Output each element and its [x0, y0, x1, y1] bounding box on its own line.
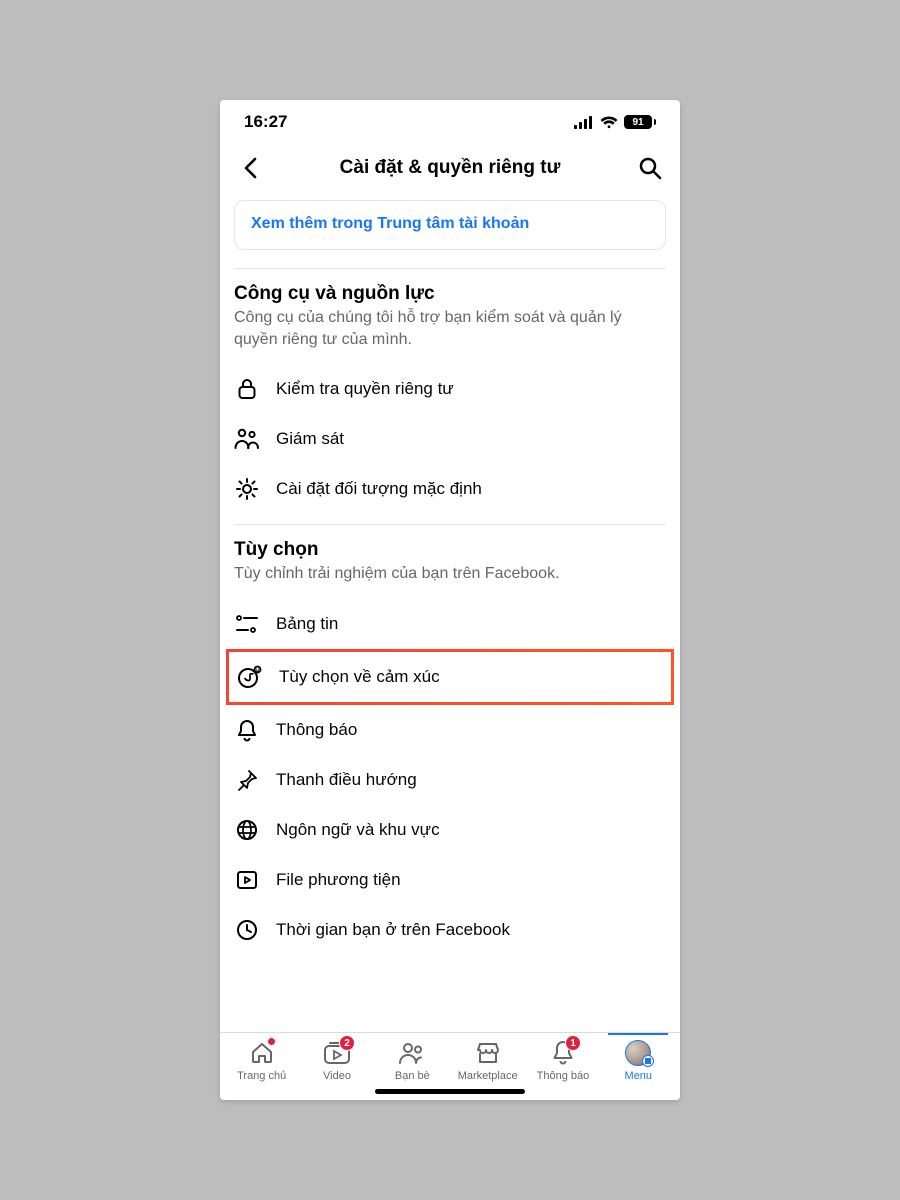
supervision-icon [234, 426, 260, 452]
tab-home[interactable]: Trang chủ [224, 1039, 299, 1082]
chevron-left-icon [243, 157, 257, 179]
cellular-icon [574, 116, 594, 129]
home-indicator [375, 1089, 525, 1094]
avatar [625, 1040, 651, 1066]
tab-video[interactable]: 2 Video [299, 1039, 374, 1082]
highlight-reaction-pref: Tùy chọn về cảm xúc [226, 649, 674, 705]
tab-label: Thông báo [537, 1070, 590, 1082]
page-header: Cài đặt & quyền riêng tư [220, 136, 680, 200]
home-dot [267, 1037, 276, 1046]
item-label: Tùy chọn về cảm xúc [279, 667, 440, 687]
battery-icon: 91 [624, 115, 656, 129]
tab-label: Video [323, 1070, 351, 1082]
item-label: Thời gian bạn ở trên Facebook [276, 920, 510, 940]
item-supervision[interactable]: Giám sát [220, 414, 680, 464]
prefs-section-title: Tùy chọn [234, 539, 666, 561]
battery-level: 91 [624, 115, 652, 129]
item-label: Thanh điều hướng [276, 770, 417, 790]
reaction-icon [237, 664, 263, 690]
item-label: File phương tiện [276, 870, 401, 890]
search-button[interactable] [634, 152, 666, 184]
status-icons: 91 [574, 115, 656, 129]
tab-menu[interactable]: Menu [601, 1039, 676, 1082]
item-default-audience[interactable]: Cài đặt đối tượng mặc định [220, 464, 680, 514]
account-center-link[interactable]: Xem thêm trong Trung tâm tài khoản [251, 215, 529, 232]
lock-icon [234, 376, 260, 402]
item-reaction-prefs[interactable]: Tùy chọn về cảm xúc [229, 652, 671, 702]
globe-icon [234, 817, 260, 843]
prefs-section: Tùy chọn Tùy chỉnh trải nghiệm của bạn t… [220, 525, 680, 599]
item-media[interactable]: File phương tiện [220, 855, 680, 905]
tab-marketplace[interactable]: Marketplace [450, 1039, 525, 1082]
prefs-section-subtitle: Tùy chỉnh trải nghiệm của bạn trên Faceb… [234, 563, 666, 585]
media-icon [234, 867, 260, 893]
tab-label: Trang chủ [237, 1070, 286, 1082]
item-feed[interactable]: Bảng tin [220, 599, 680, 649]
item-label: Giám sát [276, 429, 344, 449]
tools-section-subtitle: Công cụ của chúng tôi hỗ trợ bạn kiểm so… [234, 307, 666, 350]
item-label: Ngôn ngữ và khu vực [276, 820, 440, 840]
tab-label: Marketplace [458, 1070, 518, 1082]
status-time: 16:27 [244, 112, 287, 132]
bell-icon [234, 717, 260, 743]
menu-lines-icon [642, 1055, 654, 1067]
clock-icon [234, 917, 260, 943]
pin-icon [234, 767, 260, 793]
wifi-icon [600, 116, 618, 129]
tab-label: Bạn bè [395, 1070, 430, 1082]
gear-icon [234, 476, 260, 502]
marketplace-icon [475, 1041, 501, 1065]
notif-badge: 1 [565, 1035, 581, 1051]
phone-frame: 16:27 91 Cài đặt & quyền riêng tư Xem th… [220, 100, 680, 1100]
back-button[interactable] [234, 152, 266, 184]
page-title: Cài đặt & quyền riêng tư [266, 157, 634, 179]
item-label: Bảng tin [276, 614, 338, 634]
tools-section-title: Công cụ và nguồn lực [234, 283, 666, 305]
account-center-card: Xem thêm trong Trung tâm tài khoản [234, 200, 666, 250]
item-label: Thông báo [276, 720, 357, 740]
item-navbar[interactable]: Thanh điều hướng [220, 755, 680, 805]
tab-friends[interactable]: Bạn bè [375, 1039, 450, 1082]
item-label: Kiểm tra quyền riêng tư [276, 379, 454, 399]
tab-label: Menu [625, 1070, 653, 1082]
video-badge: 2 [339, 1035, 355, 1051]
status-bar: 16:27 91 [220, 100, 680, 136]
feed-icon [234, 611, 260, 637]
tab-notifications[interactable]: 1 Thông báo [525, 1039, 600, 1082]
item-privacy-checkup[interactable]: Kiểm tra quyền riêng tư [220, 364, 680, 414]
item-label: Cài đặt đối tượng mặc định [276, 479, 482, 499]
item-time-on-fb[interactable]: Thời gian bạn ở trên Facebook [220, 905, 680, 955]
active-tab-indicator [608, 1033, 668, 1035]
item-language-region[interactable]: Ngôn ngữ và khu vực [220, 805, 680, 855]
tools-section: Công cụ và nguồn lực Công cụ của chúng t… [220, 269, 680, 364]
friends-icon [398, 1041, 426, 1065]
search-icon [638, 156, 662, 180]
item-notifications[interactable]: Thông báo [220, 705, 680, 755]
